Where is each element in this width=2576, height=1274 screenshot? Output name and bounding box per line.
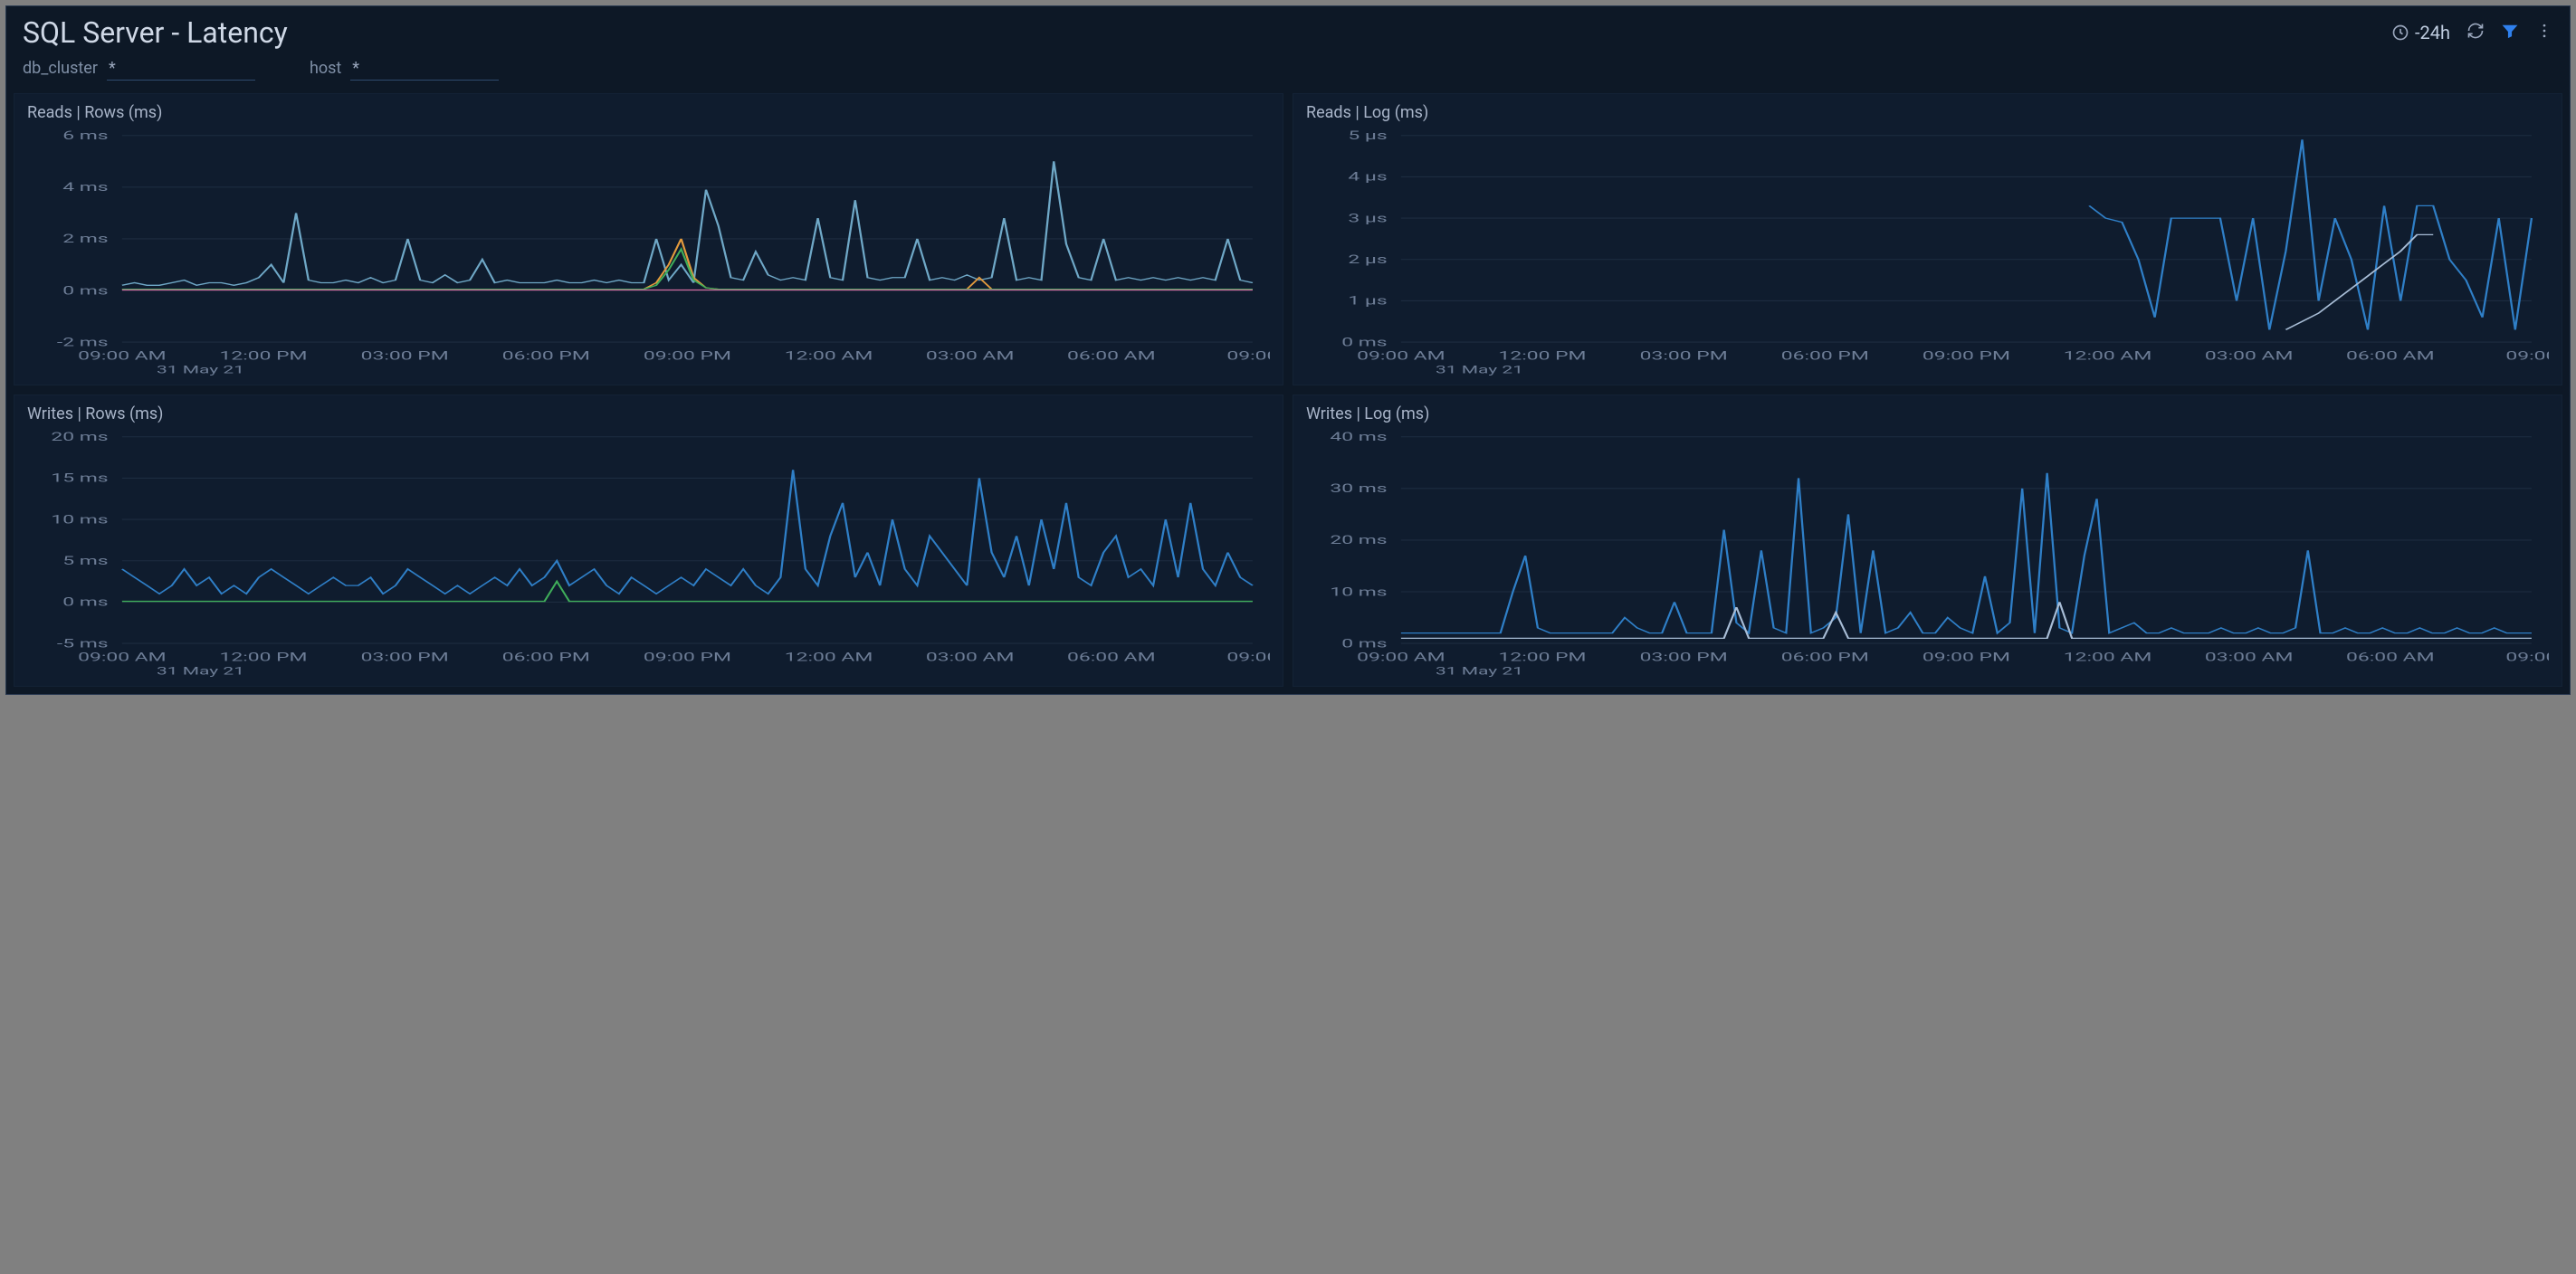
refresh-button[interactable] <box>2466 22 2485 43</box>
panel-writes-rows[interactable]: Writes | Rows (ms) -5 ms 0 ms 5 ms 10 ms 15 … <box>14 395 1283 687</box>
panel-title: Writes | Log (ms) <box>1306 404 2549 423</box>
svg-text:06:00 PM: 06:00 PM <box>502 349 590 363</box>
svg-text:30 ms: 30 ms <box>1330 481 1387 495</box>
page-title: SQL Server - Latency <box>23 15 288 50</box>
svg-text:20 ms: 20 ms <box>51 430 108 443</box>
filter-db-cluster-label: db_cluster <box>23 59 98 78</box>
svg-text:31 May 21: 31 May 21 <box>1436 364 1523 376</box>
svg-text:03:00 AM: 03:00 AM <box>2205 349 2294 363</box>
svg-text:03:00 PM: 03:00 PM <box>361 349 449 363</box>
chart-writes-log[interactable]: 0 ms 10 ms 20 ms 30 ms 40 ms 09:00 AM 12:00 PM… <box>1306 427 2549 680</box>
svg-text:06:00 AM: 06:00 AM <box>1067 651 1156 664</box>
svg-text:06:00 PM: 06:00 PM <box>502 651 590 664</box>
panel-reads-log[interactable]: Reads | Log (ms) 0 ms 1 µs 2 µs 3 µs 4 µs 5 µ… <box>1293 93 2562 385</box>
svg-text:12:00 AM: 12:00 AM <box>2064 349 2152 363</box>
svg-text:3 µs: 3 µs <box>1348 212 1387 225</box>
svg-text:12:00 PM: 12:00 PM <box>219 651 307 664</box>
svg-text:09:00 AM: 09:00 AM <box>1357 349 1445 363</box>
chart-reads-log[interactable]: 0 ms 1 µs 2 µs 3 µs 4 µs 5 µs 09:00 AM 12:00 PM… <box>1306 126 2549 379</box>
svg-text:4 ms: 4 ms <box>62 180 108 194</box>
svg-text:6 ms: 6 ms <box>62 128 108 142</box>
svg-text:-5 ms: -5 ms <box>57 637 109 651</box>
svg-text:03:00 PM: 03:00 PM <box>361 651 449 664</box>
svg-text:09:00 PM: 09:00 PM <box>644 349 731 363</box>
svg-text:40 ms: 40 ms <box>1330 430 1387 443</box>
svg-text:0 ms: 0 ms <box>62 283 108 297</box>
filter-button[interactable] <box>2501 22 2519 43</box>
svg-text:15 ms: 15 ms <box>51 471 108 485</box>
panel-reads-rows[interactable]: Reads | Rows (ms) -2 ms 0 ms 2 ms 4 ms 6 ms 0… <box>14 93 1283 385</box>
dashboard-frame: SQL Server - Latency -24h db_cluster * h… <box>5 5 2571 695</box>
svg-text:06:00 PM: 06:00 PM <box>1781 651 1869 664</box>
toolbar: -24h <box>2391 22 2553 43</box>
svg-text:20 ms: 20 ms <box>1330 533 1387 547</box>
svg-text:06:00 PM: 06:00 PM <box>1781 349 1869 363</box>
panel-writes-log[interactable]: Writes | Log (ms) 0 ms 10 ms 20 ms 30 ms 40 … <box>1293 395 2562 687</box>
svg-text:5 ms: 5 ms <box>62 554 108 567</box>
svg-text:12:00 PM: 12:00 PM <box>219 349 307 363</box>
more-menu-button[interactable] <box>2535 22 2553 43</box>
svg-text:09:00: 09:00 <box>1226 651 1270 664</box>
filter-db-cluster[interactable]: db_cluster * <box>23 59 255 81</box>
time-range-label: -24h <box>2415 22 2450 43</box>
svg-text:10 ms: 10 ms <box>1330 585 1387 598</box>
svg-text:03:00 AM: 03:00 AM <box>926 651 1015 664</box>
svg-text:03:00 PM: 03:00 PM <box>1640 651 1728 664</box>
svg-text:06:00 AM: 06:00 AM <box>2346 651 2435 664</box>
svg-text:09:00 AM: 09:00 AM <box>78 349 167 363</box>
svg-text:03:00 AM: 03:00 AM <box>2205 651 2294 664</box>
svg-text:31 May 21: 31 May 21 <box>157 364 244 376</box>
svg-text:09:00 AM: 09:00 AM <box>78 651 167 664</box>
svg-text:09:00 AM: 09:00 AM <box>1357 651 1445 664</box>
top-bar: SQL Server - Latency -24h <box>6 6 2570 55</box>
svg-text:09:00: 09:00 <box>2505 349 2549 363</box>
svg-text:0 ms: 0 ms <box>1341 637 1387 651</box>
panel-title: Writes | Rows (ms) <box>27 404 1270 423</box>
svg-text:0 ms: 0 ms <box>1341 336 1387 349</box>
panel-title: Reads | Log (ms) <box>1306 103 2549 122</box>
svg-text:2 ms: 2 ms <box>62 232 108 245</box>
svg-text:12:00 AM: 12:00 AM <box>785 349 873 363</box>
filter-host[interactable]: host * <box>310 59 499 81</box>
filter-host-value[interactable]: * <box>350 59 499 81</box>
svg-text:09:00 PM: 09:00 PM <box>644 651 731 664</box>
svg-text:12:00 PM: 12:00 PM <box>1498 349 1586 363</box>
svg-text:03:00 PM: 03:00 PM <box>1640 349 1728 363</box>
svg-text:12:00 AM: 12:00 AM <box>2064 651 2152 664</box>
panel-title: Reads | Rows (ms) <box>27 103 1270 122</box>
filter-bar: db_cluster * host * <box>6 55 2570 93</box>
refresh-icon <box>2466 22 2485 40</box>
chart-reads-rows[interactable]: -2 ms 0 ms 2 ms 4 ms 6 ms 09:00 AM 12:00 PM 03:… <box>27 126 1270 379</box>
svg-text:06:00 AM: 06:00 AM <box>1067 349 1156 363</box>
svg-text:09:00: 09:00 <box>1226 349 1270 363</box>
svg-text:12:00 PM: 12:00 PM <box>1498 651 1586 664</box>
svg-text:09:00: 09:00 <box>2505 651 2549 664</box>
svg-text:5 µs: 5 µs <box>1348 128 1387 142</box>
svg-text:09:00 PM: 09:00 PM <box>1922 651 2010 664</box>
svg-text:0 ms: 0 ms <box>62 595 108 609</box>
time-range-picker[interactable]: -24h <box>2391 22 2450 43</box>
filter-host-label: host <box>310 59 341 78</box>
filter-db-cluster-value[interactable]: * <box>107 59 255 81</box>
chart-writes-rows[interactable]: -5 ms 0 ms 5 ms 10 ms 15 ms 20 ms 09:00 AM 12:0… <box>27 427 1270 680</box>
svg-text:2 µs: 2 µs <box>1348 252 1387 266</box>
svg-text:4 µs: 4 µs <box>1348 170 1387 184</box>
svg-text:-2 ms: -2 ms <box>57 336 109 349</box>
svg-text:1 µs: 1 µs <box>1348 294 1387 308</box>
svg-text:31 May 21: 31 May 21 <box>1436 665 1523 678</box>
clock-icon <box>2391 24 2409 42</box>
svg-text:03:00 AM: 03:00 AM <box>926 349 1015 363</box>
svg-text:09:00 PM: 09:00 PM <box>1922 349 2010 363</box>
svg-text:31 May 21: 31 May 21 <box>157 665 244 678</box>
svg-text:10 ms: 10 ms <box>51 513 108 527</box>
filter-icon <box>2501 22 2519 40</box>
svg-text:12:00 AM: 12:00 AM <box>785 651 873 664</box>
svg-text:06:00 AM: 06:00 AM <box>2346 349 2435 363</box>
more-vertical-icon <box>2535 22 2553 40</box>
panel-grid: Reads | Rows (ms) -2 ms 0 ms 2 ms 4 ms 6 ms 0… <box>6 93 2570 694</box>
